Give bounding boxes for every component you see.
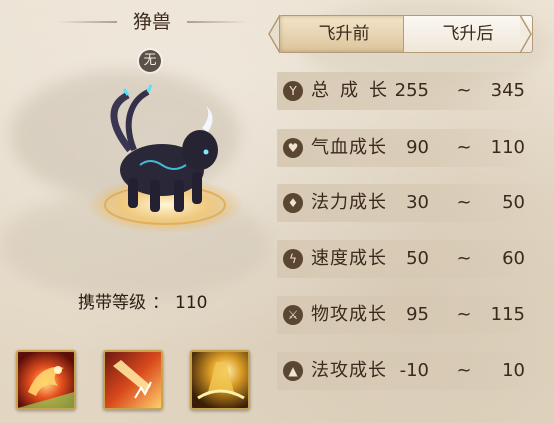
stat-max: 50 — [502, 192, 525, 213]
stat-min: 50 — [406, 248, 429, 269]
stat-row-physical-attack-growth: ⚔ 物攻成长 95 ~ 115 — [277, 296, 539, 334]
range-separator: ~ — [456, 360, 472, 381]
skill-slot-1[interactable] — [16, 350, 76, 410]
stat-min: -10 — [399, 360, 429, 381]
golden-bell-skill-icon — [192, 352, 248, 408]
carry-level-separator: ： — [152, 293, 169, 313]
stat-max: 60 — [502, 248, 525, 269]
stat-label: 总成长 — [311, 80, 398, 101]
tab-after-ascension[interactable]: 飞升后 — [403, 15, 533, 53]
stat-min: 30 — [406, 192, 429, 213]
total-growth-icon: Y — [283, 81, 303, 101]
stat-label: 气血成长 — [311, 137, 387, 158]
stat-row-hp-growth: ♥ 气血成长 90 ~ 110 — [277, 129, 539, 167]
stat-row-total-growth: Y 总成长 255 ~ 345 — [277, 72, 539, 110]
skill-slot-3[interactable] — [190, 350, 250, 410]
lightning-icon: ϟ — [283, 249, 303, 269]
range-separator: ~ — [456, 304, 472, 325]
growth-tabs: 飞升前 飞升后 — [267, 14, 533, 54]
fire-bird-skill-icon — [18, 352, 74, 408]
stat-label: 法力成长 — [311, 192, 387, 213]
stat-row-mana-growth: ♦ 法力成长 30 ~ 50 — [277, 184, 539, 222]
tab-before-ascension[interactable]: 飞升前 — [279, 15, 409, 53]
stat-min: 90 — [406, 137, 429, 158]
carry-level-value: 110 — [175, 293, 208, 313]
sword-icon: ⚔ — [283, 305, 303, 325]
carry-level-label: 携带等级 — [78, 293, 146, 313]
pet-portrait — [87, 84, 243, 233]
stat-max: 10 — [502, 360, 525, 381]
range-separator: ~ — [456, 137, 472, 158]
stat-label: 速度成长 — [311, 248, 387, 269]
stat-row-magic-attack-growth: ▲ 法攻成长 -10 ~ 10 — [277, 352, 539, 390]
flame-claw-skill-icon — [105, 352, 161, 408]
range-separator: ~ — [456, 248, 472, 269]
range-separator: ~ — [456, 80, 472, 101]
stat-row-speed-growth: ϟ 速度成长 50 ~ 60 — [277, 240, 539, 278]
carry-level: 携带等级 ： 110 — [78, 290, 207, 316]
stat-min: 95 — [406, 304, 429, 325]
range-separator: ~ — [456, 192, 472, 213]
stat-max: 115 — [490, 304, 525, 325]
stat-max: 345 — [490, 80, 525, 101]
stat-min: 255 — [394, 80, 429, 101]
skill-slot-2[interactable] — [103, 350, 163, 410]
stat-label: 物攻成长 — [311, 304, 387, 325]
pet-name: 狰兽 — [57, 7, 192, 37]
mana-drop-icon: ♦ — [283, 193, 303, 213]
element-badge: 无 — [139, 50, 161, 72]
stat-max: 110 — [490, 137, 525, 158]
right-arrow-icon — [519, 14, 532, 54]
fire-icon: ▲ — [283, 361, 303, 381]
heart-icon: ♥ — [283, 138, 303, 158]
stat-label: 法攻成长 — [311, 360, 387, 381]
